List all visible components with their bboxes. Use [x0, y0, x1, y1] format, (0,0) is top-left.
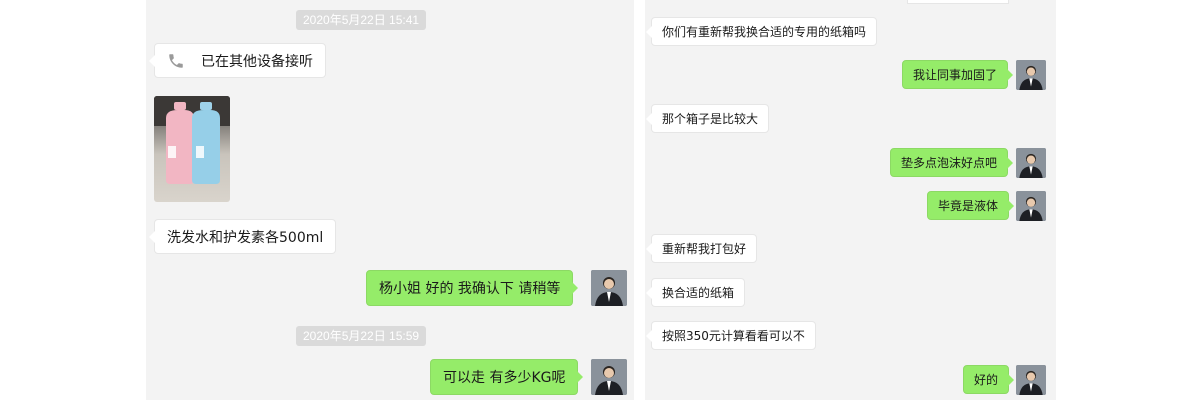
my-avatar[interactable]	[591, 359, 627, 395]
message-text: 重新帮我打包好	[662, 242, 747, 256]
call-message-text: 已在其他设备接听	[201, 53, 313, 70]
timestamp: 2020年5月22日 15:41	[296, 10, 427, 30]
outgoing-message-bubble[interactable]: 杨小姐 好的 我确认下 请稍等	[366, 270, 579, 306]
message-text: 洗发水和护发素各500ml	[167, 229, 324, 246]
timestamp: 2020年5月22日 15:59	[296, 326, 427, 346]
message-text: 我让同事加固了	[913, 68, 998, 82]
my-avatar[interactable]	[1016, 365, 1046, 395]
outgoing-message-bubble[interactable]: 我让同事加固了	[902, 60, 1014, 89]
outgoing-message-bubble[interactable]: 可以走 有多少KG呢	[430, 359, 584, 395]
shampoo-bottles-image	[154, 96, 230, 184]
outgoing-message-bubble[interactable]: 毕竟是液体	[927, 191, 1015, 220]
incoming-message-bubble[interactable]: 换合适的纸箱	[645, 278, 746, 307]
message-text: 换合适的纸箱	[662, 286, 735, 300]
my-avatar[interactable]	[1016, 60, 1046, 90]
product-photo[interactable]	[154, 96, 230, 202]
incoming-message-bubble[interactable]: 洗发水和护发素各500ml	[148, 219, 337, 254]
message-text: 那个箱子是比较大	[662, 112, 759, 126]
previous-message-edge	[907, 0, 1009, 4]
my-avatar[interactable]	[591, 270, 627, 306]
right-chat-panel: 你们有重新帮我换合适的专用的纸箱吗 我让同事加固了 那个箱子是比较大 垫多点泡沫…	[645, 0, 1056, 400]
message-text: 杨小姐 好的 我确认下 请稍等	[379, 281, 561, 297]
outgoing-message-bubble[interactable]: 好的	[963, 365, 1015, 394]
left-chat-panel: 2020年5月22日 15:41 已在其他设备接听 洗发水和护发素各500ml …	[146, 0, 634, 400]
message-text: 毕竟是液体	[938, 199, 999, 213]
my-avatar[interactable]	[1016, 148, 1046, 178]
message-text: 好的	[974, 373, 999, 387]
incoming-message-bubble[interactable]: 重新帮我打包好	[645, 234, 758, 263]
outgoing-message-bubble[interactable]: 垫多点泡沫好点吧	[890, 148, 1014, 177]
phone-icon	[167, 52, 185, 70]
my-avatar[interactable]	[1016, 191, 1046, 221]
incoming-message-bubble[interactable]: 按照350元计算看看可以不	[646, 321, 816, 350]
message-text: 垫多点泡沫好点吧	[901, 156, 998, 170]
message-text: 可以走 有多少KG呢	[443, 370, 566, 386]
incoming-message-bubble[interactable]: 那个箱子是比较大	[645, 104, 770, 133]
message-text: 你们有重新帮我换合适的专用的纸箱吗	[662, 25, 867, 39]
incoming-message-bubble[interactable]: 你们有重新帮我换合适的专用的纸箱吗	[645, 17, 878, 46]
message-text: 按照350元计算看看可以不	[662, 329, 805, 343]
call-message-bubble[interactable]: 已在其他设备接听	[149, 43, 326, 78]
